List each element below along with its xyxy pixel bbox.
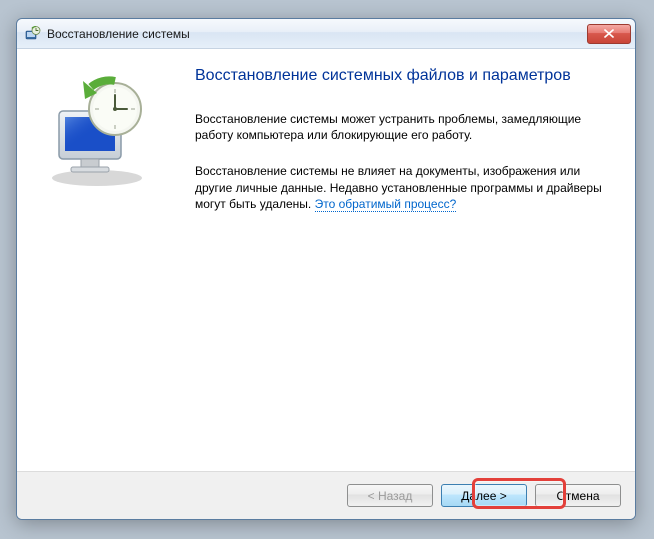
titlebar[interactable]: Восстановление системы <box>17 19 635 49</box>
close-icon <box>604 29 614 38</box>
window-title: Восстановление системы <box>47 27 587 41</box>
back-button: < Назад <box>347 484 433 507</box>
content-area: Восстановление системных файлов и параме… <box>17 49 635 471</box>
system-restore-wizard-window: Восстановление системы <box>16 18 636 520</box>
close-button[interactable] <box>587 24 631 44</box>
graphic-panel <box>37 67 187 461</box>
intro-paragraph-2: Восстановление системы не влияет на доку… <box>195 163 615 212</box>
reversible-process-link[interactable]: Это обратимый процесс? <box>315 197 457 212</box>
system-restore-graphic-icon <box>37 73 157 193</box>
wizard-footer: < Назад Далее > Отмена <box>17 471 635 519</box>
intro-paragraph-1: Восстановление системы может устранить п… <box>195 111 615 143</box>
next-button[interactable]: Далее > <box>441 484 527 507</box>
page-heading: Восстановление системных файлов и параме… <box>195 67 615 85</box>
system-restore-icon <box>25 26 41 42</box>
text-panel: Восстановление системных файлов и параме… <box>187 67 615 461</box>
cancel-button[interactable]: Отмена <box>535 484 621 507</box>
